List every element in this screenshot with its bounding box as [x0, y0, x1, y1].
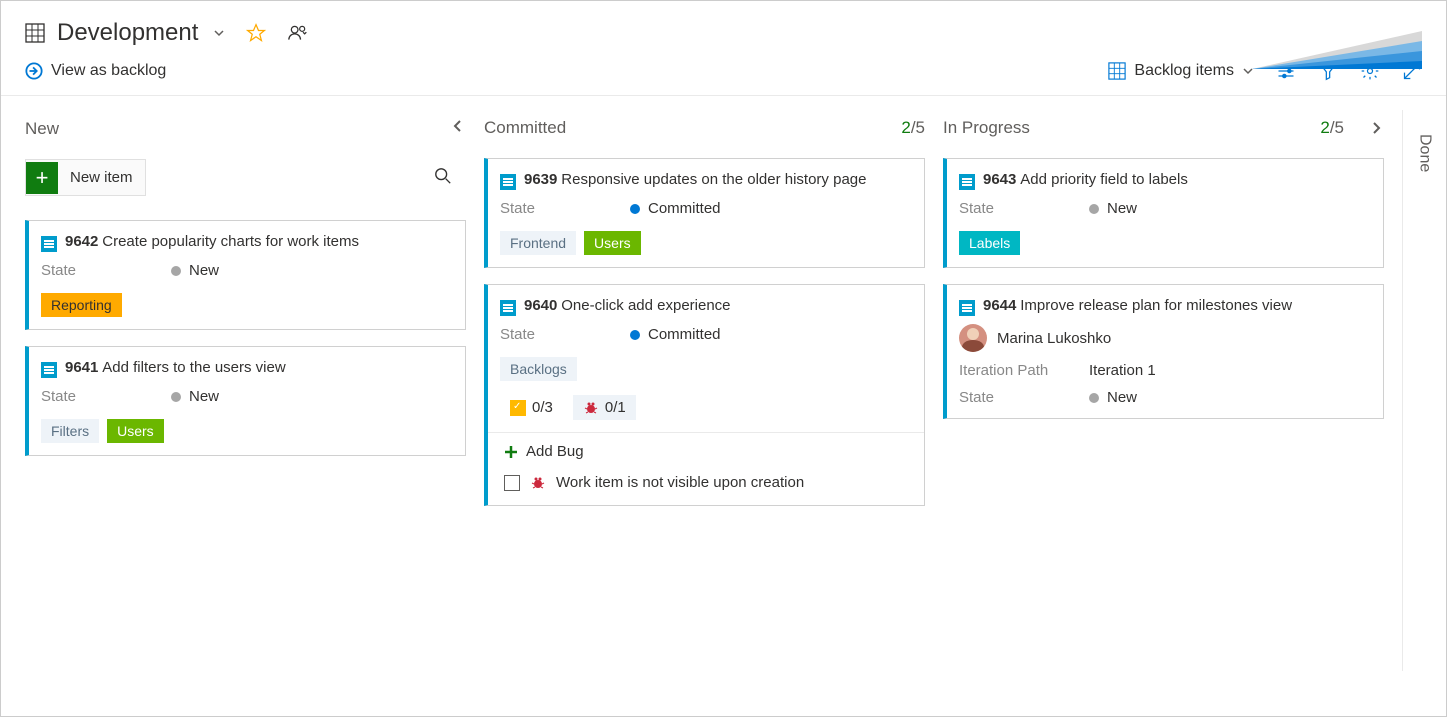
- new-item-button[interactable]: + New item: [25, 159, 146, 196]
- view-as-backlog-link[interactable]: View as backlog: [51, 62, 166, 80]
- column-count: 2/5: [901, 118, 925, 138]
- state-dot: [1089, 204, 1099, 214]
- state-dot: [630, 330, 640, 340]
- iteration-label: Iteration Path: [959, 362, 1089, 379]
- card-title-text: Improve release plan for milestones view: [1020, 297, 1292, 314]
- state-dot: [171, 266, 181, 276]
- pbi-icon: [500, 300, 516, 316]
- favorite-star-icon[interactable]: [246, 23, 266, 43]
- plus-icon: +: [26, 162, 58, 194]
- bug-icon: [583, 400, 599, 416]
- card-title-text: One-click add experience: [561, 297, 730, 314]
- work-item-card[interactable]: 9642 Create popularity charts for work i…: [25, 220, 466, 330]
- work-item-card[interactable]: 9640 One-click add experience State Comm…: [484, 284, 925, 506]
- plus-icon: [504, 445, 518, 459]
- backlog-icon: [1108, 62, 1126, 80]
- column-title: Done: [1416, 134, 1434, 671]
- column-title: Committed: [484, 118, 566, 138]
- board-icon: [25, 23, 45, 43]
- child-work-item[interactable]: Work item is not visible upon creation: [500, 466, 910, 499]
- iteration-value: Iteration 1: [1089, 362, 1156, 379]
- state-label: State: [500, 326, 630, 343]
- pbi-icon: [959, 300, 975, 316]
- work-item-card[interactable]: 9643 Add priority field to labels State …: [943, 158, 1384, 268]
- work-item-card[interactable]: 9644 Improve release plan for milestones…: [943, 284, 1384, 419]
- card-title-text: Responsive updates on the older history …: [561, 171, 866, 188]
- tag: Users: [107, 419, 164, 443]
- page-header: Development: [1, 1, 1446, 57]
- card-title-text: Create popularity charts for work items: [102, 233, 359, 250]
- kanban-board: New + New item 9642 Create popularity ch…: [1, 96, 1446, 671]
- column-count: 2/5: [1320, 118, 1344, 138]
- chevron-down-icon[interactable]: [212, 26, 226, 40]
- tag: Filters: [41, 419, 99, 443]
- work-item-card[interactable]: 9641 Add filters to the users view State…: [25, 346, 466, 456]
- work-item-card[interactable]: 9639 Responsive updates on the older his…: [484, 158, 925, 268]
- search-icon: [434, 167, 452, 185]
- task-icon: [510, 400, 526, 416]
- pbi-icon: [41, 236, 57, 252]
- column-committed: Committed 2/5 9639 Responsive updates on…: [484, 110, 943, 671]
- state-dot: [171, 392, 181, 402]
- pbi-icon: [959, 174, 975, 190]
- tag: Reporting: [41, 293, 122, 317]
- state-label: State: [41, 262, 171, 279]
- bug-count[interactable]: 0/1: [573, 395, 636, 420]
- card-title-text: Add priority field to labels: [1020, 171, 1188, 188]
- checkbox[interactable]: [504, 475, 520, 491]
- state-value: New: [1107, 200, 1137, 217]
- bug-icon: [530, 475, 546, 491]
- card-title-text: Add filters to the users view: [102, 359, 285, 376]
- column-title: In Progress: [943, 118, 1030, 138]
- task-count[interactable]: 0/3: [500, 395, 563, 420]
- tag: Labels: [959, 231, 1020, 255]
- column-done-collapsed[interactable]: Done: [1402, 110, 1446, 671]
- state-dot: [630, 204, 640, 214]
- card-id: 9644: [983, 297, 1016, 314]
- toolbar: View as backlog Backlog items: [1, 57, 1446, 96]
- search-button[interactable]: [420, 159, 466, 196]
- state-label: State: [500, 200, 630, 217]
- column-new: New + New item 9642 Create popularity ch…: [25, 110, 484, 671]
- state-label: State: [41, 388, 171, 405]
- arrow-right-circle-icon: [25, 62, 43, 80]
- column-in-progress: In Progress 2/5 9643 Add priority field …: [943, 110, 1402, 671]
- collapse-right-icon[interactable]: [1368, 120, 1384, 136]
- avatar: [959, 324, 987, 352]
- column-title: New: [25, 119, 59, 139]
- card-id: 9640: [524, 297, 557, 314]
- state-dot: [1089, 393, 1099, 403]
- state-label: State: [959, 389, 1089, 406]
- state-value: Committed: [648, 326, 721, 343]
- card-id: 9641: [65, 359, 98, 376]
- card-id: 9639: [524, 171, 557, 188]
- pbi-icon: [41, 362, 57, 378]
- tag: Backlogs: [500, 357, 577, 381]
- cumulative-flow-chart[interactable]: [1252, 21, 1422, 69]
- backlog-items-dropdown[interactable]: Backlog items: [1108, 62, 1254, 80]
- state-value: New: [1107, 389, 1137, 406]
- state-value: New: [189, 262, 219, 279]
- assignee: Marina Lukoshko: [997, 330, 1111, 347]
- card-id: 9642: [65, 233, 98, 250]
- collapse-left-icon[interactable]: [450, 118, 466, 134]
- pbi-icon: [500, 174, 516, 190]
- state-value: New: [189, 388, 219, 405]
- tag: Users: [584, 231, 641, 255]
- card-id: 9643: [983, 171, 1016, 188]
- page-title[interactable]: Development: [57, 19, 198, 47]
- state-label: State: [959, 200, 1089, 217]
- tag: Frontend: [500, 231, 576, 255]
- backlog-items-label: Backlog items: [1134, 62, 1234, 80]
- state-value: Committed: [648, 200, 721, 217]
- new-item-label: New item: [58, 169, 145, 186]
- child-item-title: Work item is not visible upon creation: [556, 474, 804, 491]
- add-bug-button[interactable]: Add Bug: [500, 433, 910, 466]
- people-icon[interactable]: [288, 23, 308, 43]
